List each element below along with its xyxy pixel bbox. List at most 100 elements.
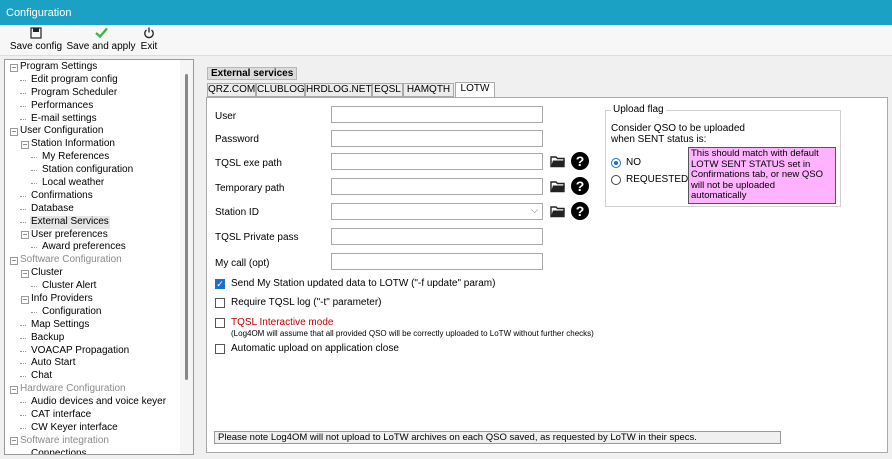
tree-expander-icon[interactable]: − xyxy=(10,385,18,394)
tree-item[interactable]: − User preferences xyxy=(5,229,181,242)
tree-expander-icon[interactable]: − xyxy=(10,256,18,265)
send-station-update-checkbox[interactable]: ✓ xyxy=(215,279,225,289)
tree-item-label: Performances xyxy=(31,99,94,111)
password-input[interactable] xyxy=(331,130,543,147)
tree-item[interactable]: − Software Configuration xyxy=(5,254,181,267)
chevron-down-icon: ⌵ xyxy=(531,205,538,215)
browse-temporary-folder-icon[interactable] xyxy=(550,179,566,193)
tab-lotw[interactable]: LOTW xyxy=(455,82,495,98)
temporary-path-input[interactable] xyxy=(331,178,543,195)
tree-expander-icon[interactable]: − xyxy=(10,127,18,136)
tree-connector xyxy=(20,376,26,378)
tree-item-label: Station configuration xyxy=(42,164,134,176)
tree-expander-icon[interactable]: − xyxy=(21,295,29,304)
tree-item[interactable]: CAT interface xyxy=(5,409,181,422)
tree-expander-icon[interactable]: − xyxy=(10,437,18,446)
tree-item[interactable]: Program Scheduler xyxy=(5,87,181,100)
tree-item[interactable]: Award preferences xyxy=(5,241,181,254)
tree-item[interactable]: Map Settings xyxy=(5,319,181,332)
tree-item[interactable]: − Info Providers xyxy=(5,293,181,306)
password-label: Password xyxy=(215,134,259,145)
tree-connector xyxy=(31,157,37,159)
tree-item[interactable]: Station configuration xyxy=(5,164,181,177)
radio-no[interactable] xyxy=(611,158,621,168)
tree-connector xyxy=(20,363,26,365)
tree-item[interactable]: CW Keyer interface xyxy=(5,422,181,435)
user-input[interactable] xyxy=(331,106,543,123)
require-tqsl-log-label: Require TQSL log ("-t" parameter) xyxy=(231,297,382,308)
tree-item[interactable]: Edit program config xyxy=(5,74,181,87)
browse-tqsl-exe-folder-icon[interactable] xyxy=(550,154,566,168)
tree-item-label: E-mail settings xyxy=(31,112,97,124)
tree-item-label: Audio devices and voice keyer xyxy=(31,396,167,408)
require-tqsl-log-checkbox[interactable] xyxy=(215,298,225,308)
tree-item[interactable]: Cluster Alert xyxy=(5,280,181,293)
temporary-path-help-icon[interactable]: ? xyxy=(571,177,589,195)
tree-item[interactable]: My References xyxy=(5,151,181,164)
main-area: External services QRZ.COM CLUBLOG HRDLOG… xyxy=(198,59,888,455)
station-id-select[interactable]: ⌵ xyxy=(331,203,543,220)
tree-item[interactable]: − Station Information xyxy=(5,138,181,151)
tree-item[interactable]: Backup xyxy=(5,332,181,345)
tqsl-interactive-mode-checkbox[interactable] xyxy=(215,318,225,328)
tree-item[interactable]: Configuration xyxy=(5,306,181,319)
tree-expander-icon[interactable]: − xyxy=(21,140,29,149)
tree-item[interactable]: Chat xyxy=(5,370,181,383)
my-call-input[interactable] xyxy=(331,253,543,270)
tree-connector xyxy=(20,118,26,120)
tqsl-private-pass-label: TQSL Private pass xyxy=(215,232,299,243)
tree-item[interactable]: E-mail settings xyxy=(5,113,181,126)
tree-item[interactable]: Database xyxy=(5,203,181,216)
toolbar: Save config Save and apply Exit xyxy=(0,25,892,56)
tree-item-label: Hardware Configuration xyxy=(20,383,126,395)
save-config-button[interactable]: Save config xyxy=(9,27,63,52)
tree-connector xyxy=(20,79,26,81)
tree-item[interactable]: − Cluster xyxy=(5,267,181,280)
tree-scrollbar[interactable] xyxy=(180,60,193,454)
power-icon xyxy=(139,27,159,41)
tree-item-label: My References xyxy=(42,151,110,163)
tree-item-label: Map Settings xyxy=(31,318,90,330)
tree-item[interactable]: VOACAP Propagation xyxy=(5,345,181,358)
tqsl-private-pass-input[interactable] xyxy=(331,228,543,245)
tree-item-label: Backup xyxy=(31,331,65,343)
tree-item[interactable]: Performances xyxy=(5,100,181,113)
settings-tree[interactable]: − Program Settings Edit program config Prog… xyxy=(4,59,194,455)
tab-clublog[interactable]: CLUBLOG xyxy=(256,83,305,97)
station-id-label: Station ID xyxy=(215,207,259,218)
exit-label: Exit xyxy=(140,41,158,52)
floppy-disk-icon xyxy=(9,27,63,41)
tree-connector xyxy=(20,350,26,352)
station-id-help-icon[interactable]: ? xyxy=(571,202,589,220)
tree-item-label: Auto Start xyxy=(31,357,76,369)
tree-scrollbar-thumb[interactable] xyxy=(185,74,188,380)
tab-hamqth[interactable]: HAMQTH xyxy=(403,83,454,97)
radio-requested[interactable] xyxy=(611,175,621,185)
tqsl-exe-help-icon[interactable]: ? xyxy=(571,152,589,170)
tree-item[interactable]: − User Configuration xyxy=(5,125,181,138)
tree-item[interactable]: Confirmations xyxy=(5,190,181,203)
tab-qrz[interactable]: QRZ.COM xyxy=(207,83,256,97)
tree-item[interactable]: Local weather xyxy=(5,177,181,190)
tree-item[interactable]: − Program Settings xyxy=(5,61,181,74)
tree-expander-icon[interactable]: − xyxy=(21,269,29,278)
tree-item[interactable]: Audio devices and voice keyer xyxy=(5,396,181,409)
tree-item-label: Station Information xyxy=(31,138,115,150)
tree-item[interactable]: Auto Start xyxy=(5,357,181,370)
tree-item[interactable]: External Services xyxy=(5,215,181,229)
tab-hrdlog[interactable]: HRDLOG.NET xyxy=(305,83,372,97)
browse-station-folder-icon[interactable] xyxy=(550,204,566,218)
exit-button[interactable]: Exit xyxy=(139,27,159,52)
tree-expander-icon[interactable]: − xyxy=(21,231,29,240)
tab-eqsl[interactable]: EQSL xyxy=(372,83,403,97)
tree-item[interactable]: Connections xyxy=(5,448,181,454)
tree-item[interactable]: − Software integration xyxy=(5,435,181,448)
tree-expander-icon[interactable]: − xyxy=(10,63,18,72)
window-title: Configuration xyxy=(6,7,72,19)
tree-item[interactable]: − Hardware Configuration xyxy=(5,383,181,396)
tree-item-label: CAT interface xyxy=(31,409,92,421)
save-and-apply-button[interactable]: Save and apply xyxy=(66,27,136,52)
tree-item-label: Software Configuration xyxy=(20,254,122,266)
auto-upload-checkbox[interactable] xyxy=(215,344,225,354)
tqsl-exe-path-input[interactable] xyxy=(331,153,543,170)
